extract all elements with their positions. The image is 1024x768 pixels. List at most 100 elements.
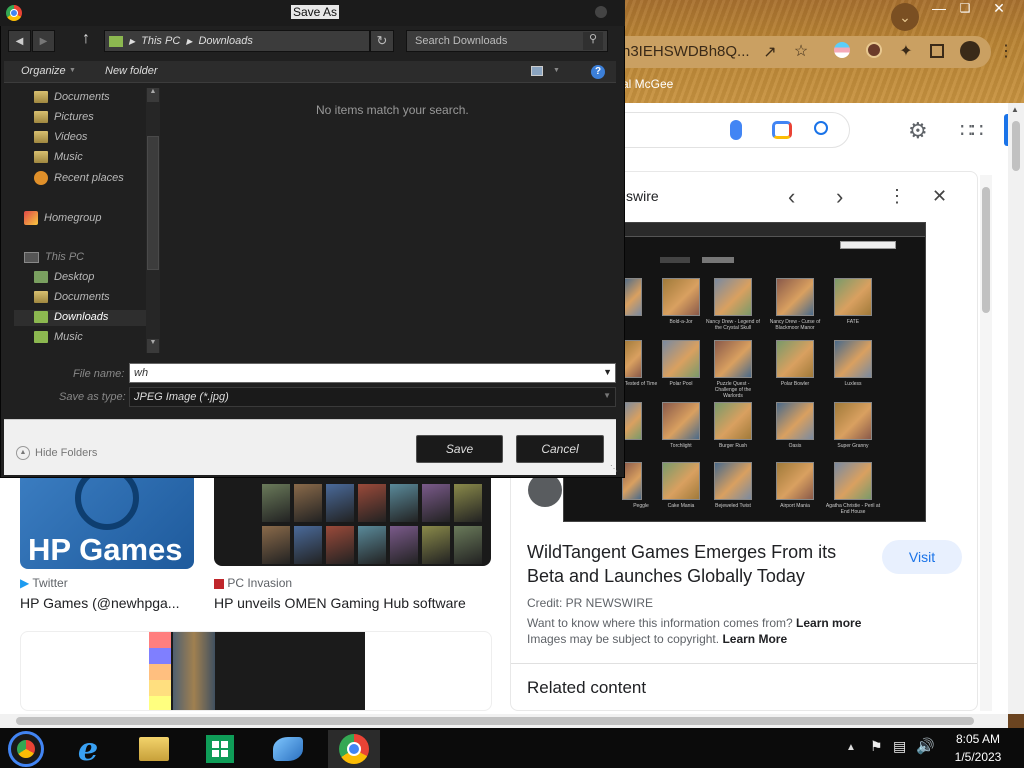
dialog-close-button[interactable] bbox=[595, 6, 607, 18]
forward-button[interactable]: ▶ bbox=[32, 30, 55, 52]
hp-games-logo-text: HP Games bbox=[28, 532, 183, 567]
view-dropdown-icon[interactable]: ▼ bbox=[553, 67, 560, 74]
breadcrumb-this-pc[interactable]: This PC bbox=[141, 35, 180, 47]
nav-label: Homegroup bbox=[44, 212, 102, 224]
back-button[interactable]: ◀ bbox=[8, 30, 31, 52]
show-hidden-icons-icon[interactable]: ▲ bbox=[846, 742, 856, 753]
network-app-icon[interactable] bbox=[262, 730, 314, 768]
nav-item-recent-places[interactable]: Recent places bbox=[34, 171, 124, 185]
nav-scroll-thumb[interactable] bbox=[147, 136, 159, 270]
bookmark-star-icon[interactable]: ☆ bbox=[789, 41, 813, 61]
breadcrumb-downloads[interactable]: Downloads bbox=[198, 35, 252, 47]
game-thumbnail bbox=[776, 402, 814, 440]
breadcrumb[interactable]: ▶ This PC ▶ Downloads bbox=[104, 30, 370, 52]
horizontal-scrollbar[interactable] bbox=[0, 714, 1008, 728]
nav-item-videos[interactable]: Videos bbox=[34, 131, 87, 143]
close-panel-icon[interactable]: ✕ bbox=[932, 186, 947, 207]
nav-label: Pictures bbox=[54, 111, 94, 123]
file-name-dropdown-icon[interactable]: ▼ bbox=[603, 367, 612, 377]
side-panel-icon[interactable] bbox=[930, 44, 944, 58]
new-folder-button[interactable]: New folder bbox=[105, 65, 158, 77]
nav-item-documents[interactable]: Documents bbox=[34, 91, 110, 103]
cancel-button[interactable]: Cancel bbox=[516, 435, 604, 463]
lens-overlay-button[interactable] bbox=[528, 473, 562, 507]
chrome-app-taskbar-icon[interactable] bbox=[0, 730, 52, 768]
google-apps-icon[interactable]: ∷∷ bbox=[960, 118, 983, 143]
more-options-icon[interactable]: ⋮ bbox=[888, 186, 906, 207]
learn-more-copyright-link[interactable]: Learn More bbox=[722, 632, 787, 646]
lens-search-icon[interactable] bbox=[772, 121, 792, 139]
nav-item-this-pc[interactable]: This PC bbox=[24, 251, 84, 263]
horizontal-scroll-thumb[interactable] bbox=[16, 717, 974, 725]
browser-menu-icon[interactable]: ⋮ bbox=[994, 41, 1018, 61]
nav-pane-scrollbar[interactable]: ▲ ▼ bbox=[146, 88, 160, 353]
hide-folders-toggle[interactable]: ▲ Hide Folders bbox=[16, 446, 97, 460]
game-caption: Burger Rush bbox=[718, 443, 748, 449]
clock-time[interactable]: 8:05 AM bbox=[952, 732, 1004, 746]
chrome-taskbar-icon[interactable] bbox=[328, 730, 380, 768]
panel-scrollbar[interactable] bbox=[980, 175, 992, 711]
pc-location-icon bbox=[109, 35, 123, 47]
search-icon[interactable] bbox=[814, 121, 828, 135]
hp-games-thumbnail[interactable]: HP Games bbox=[20, 478, 194, 569]
search-downloads-input[interactable]: Search Downloads ⚲ bbox=[406, 30, 608, 52]
extension-flag-icon[interactable] bbox=[834, 42, 850, 58]
nav-item-pictures[interactable]: Pictures bbox=[34, 111, 94, 123]
help-icon[interactable]: ? bbox=[591, 65, 605, 79]
game-thumbnail bbox=[776, 278, 814, 316]
learn-more-link[interactable]: Learn more bbox=[796, 616, 861, 630]
internet-explorer-icon[interactable]: e bbox=[62, 730, 114, 768]
volume-icon[interactable]: 🔊 bbox=[916, 737, 935, 755]
store-icon[interactable] bbox=[194, 730, 246, 768]
result-title-hp-games[interactable]: HP Games (@newhpga... bbox=[20, 595, 179, 611]
voice-search-icon[interactable] bbox=[730, 120, 742, 140]
nav-item-desktop[interactable]: Desktop bbox=[34, 271, 94, 283]
nav-item-music-pc[interactable]: Music bbox=[34, 331, 83, 343]
file-name-input[interactable]: wh ▼ bbox=[129, 363, 616, 383]
previous-image-icon[interactable]: ‹ bbox=[788, 184, 795, 210]
vertical-scroll-thumb[interactable] bbox=[1012, 121, 1020, 171]
scroll-up-arrow[interactable]: ▲ bbox=[1011, 105, 1019, 114]
vertical-scrollbar[interactable]: ▲ bbox=[1008, 103, 1024, 714]
view-options-icon[interactable] bbox=[531, 66, 543, 76]
profile-icon[interactable] bbox=[960, 41, 980, 61]
visit-button[interactable]: Visit bbox=[882, 540, 962, 574]
save-as-type-select[interactable]: JPEG Image (*.jpg) ▼ bbox=[129, 387, 616, 407]
game-caption: Polar Bowler bbox=[780, 381, 810, 387]
extension-avatar-icon[interactable] bbox=[866, 42, 882, 58]
maximize-button[interactable]: ❑ bbox=[954, 1, 976, 17]
action-center-flag-icon[interactable]: ⚑ bbox=[870, 738, 883, 755]
nav-item-music[interactable]: Music bbox=[34, 151, 83, 163]
nav-label: Music bbox=[54, 331, 83, 343]
nav-item-homegroup[interactable]: Homegroup bbox=[24, 211, 101, 225]
omen-hub-thumbnail[interactable] bbox=[214, 478, 491, 566]
settings-gear-icon[interactable]: ⚙ bbox=[908, 118, 928, 144]
game-thumbnail bbox=[714, 462, 752, 500]
clock-date[interactable]: 1/5/2023 bbox=[950, 750, 1006, 764]
refresh-button[interactable]: ↻ bbox=[370, 30, 394, 52]
up-arrow-icon[interactable]: ↑ bbox=[82, 30, 90, 48]
tab-search-button[interactable]: ⌄ bbox=[891, 3, 919, 31]
panel-scroll-thumb[interactable] bbox=[982, 187, 990, 313]
minimize-button[interactable]: — bbox=[928, 0, 950, 16]
resize-grip-icon[interactable]: ⋱ bbox=[610, 464, 618, 473]
nav-scroll-up[interactable]: ▲ bbox=[147, 88, 159, 102]
organize-dropdown-icon[interactable]: ▼ bbox=[69, 67, 76, 74]
close-window-button[interactable]: ✕ bbox=[988, 0, 1010, 16]
nav-item-documents-pc[interactable]: Documents bbox=[34, 291, 110, 303]
next-image-icon[interactable]: › bbox=[836, 184, 843, 210]
share-icon[interactable]: ↗ bbox=[758, 42, 782, 62]
file-explorer-icon[interactable] bbox=[128, 730, 180, 768]
dialog-title: Save As bbox=[291, 5, 340, 19]
nav-item-downloads[interactable]: Downloads bbox=[34, 311, 108, 323]
game-thumbnail bbox=[834, 402, 872, 440]
extensions-puzzle-icon[interactable]: ✦ bbox=[894, 41, 918, 61]
save-as-type-dropdown-icon[interactable]: ▼ bbox=[603, 391, 611, 400]
network-status-icon[interactable]: ▤ bbox=[893, 738, 906, 755]
organize-menu[interactable]: Organize bbox=[21, 65, 66, 77]
save-button[interactable]: Save bbox=[416, 435, 503, 463]
tier-list-card[interactable] bbox=[20, 631, 492, 711]
result-title[interactable]: WildTangent Games Emerges From its Beta … bbox=[527, 540, 857, 588]
result-title-omen[interactable]: HP unveils OMEN Gaming Hub software bbox=[214, 595, 466, 611]
nav-scroll-down[interactable]: ▼ bbox=[147, 339, 159, 353]
